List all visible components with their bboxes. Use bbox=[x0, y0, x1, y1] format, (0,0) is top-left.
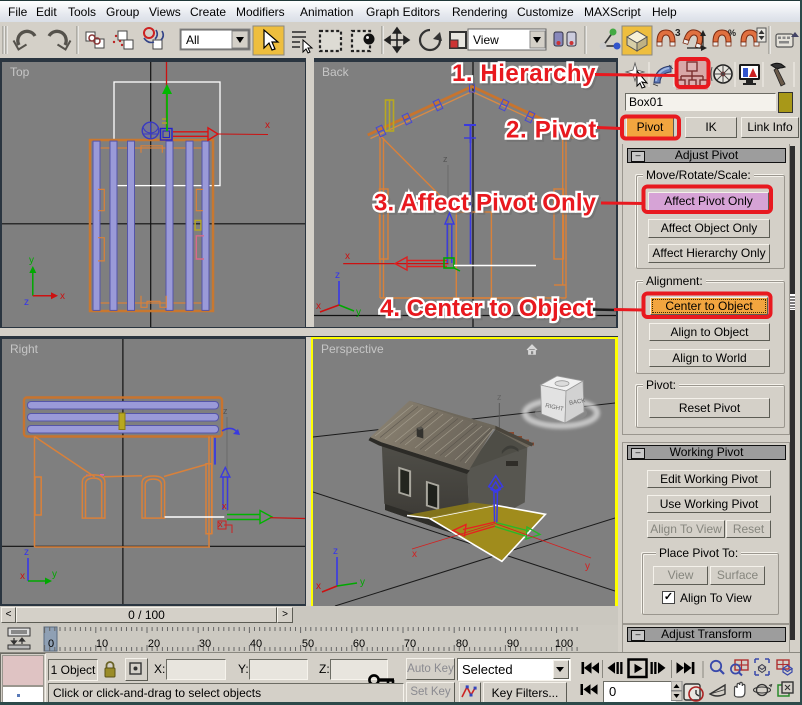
svg-text:50: 50 bbox=[302, 638, 314, 650]
svg-text:y: y bbox=[29, 255, 34, 266]
svg-text:80: 80 bbox=[456, 638, 468, 650]
svg-text:View: View bbox=[473, 33, 499, 47]
svg-text:x: x bbox=[60, 291, 65, 302]
svg-text:All: All bbox=[186, 33, 199, 47]
svg-text:z: z bbox=[333, 546, 338, 557]
svg-text:70: 70 bbox=[404, 638, 416, 650]
svg-text:y: y bbox=[356, 307, 361, 318]
svg-text:20: 20 bbox=[148, 638, 160, 650]
svg-text:x: x bbox=[345, 251, 350, 262]
svg-text:x: x bbox=[316, 581, 321, 592]
svg-text:3: 3 bbox=[675, 28, 681, 39]
svg-text:z: z bbox=[497, 392, 502, 402]
svg-text:100: 100 bbox=[555, 638, 573, 650]
svg-text:x: x bbox=[222, 501, 227, 511]
svg-text:30: 30 bbox=[199, 638, 211, 650]
svg-text:x: x bbox=[20, 571, 25, 582]
svg-text:z: z bbox=[24, 297, 29, 308]
svg-text:y: y bbox=[52, 569, 57, 580]
svg-text:x: x bbox=[265, 120, 270, 131]
svg-text:40: 40 bbox=[250, 638, 262, 650]
svg-text:90: 90 bbox=[507, 638, 519, 650]
svg-text:z: z bbox=[24, 547, 29, 558]
svg-text:60: 60 bbox=[353, 638, 365, 650]
svg-text:%: % bbox=[728, 28, 736, 38]
svg-text:y: y bbox=[585, 561, 590, 572]
svg-text:y: y bbox=[360, 577, 365, 588]
svg-text:0: 0 bbox=[48, 638, 54, 650]
svg-text:z: z bbox=[443, 154, 448, 164]
svg-text:z: z bbox=[223, 406, 228, 416]
svg-text:x: x bbox=[316, 301, 321, 312]
svg-text:x: x bbox=[412, 549, 417, 560]
svg-text:z: z bbox=[335, 270, 340, 281]
svg-text:10: 10 bbox=[96, 638, 108, 650]
